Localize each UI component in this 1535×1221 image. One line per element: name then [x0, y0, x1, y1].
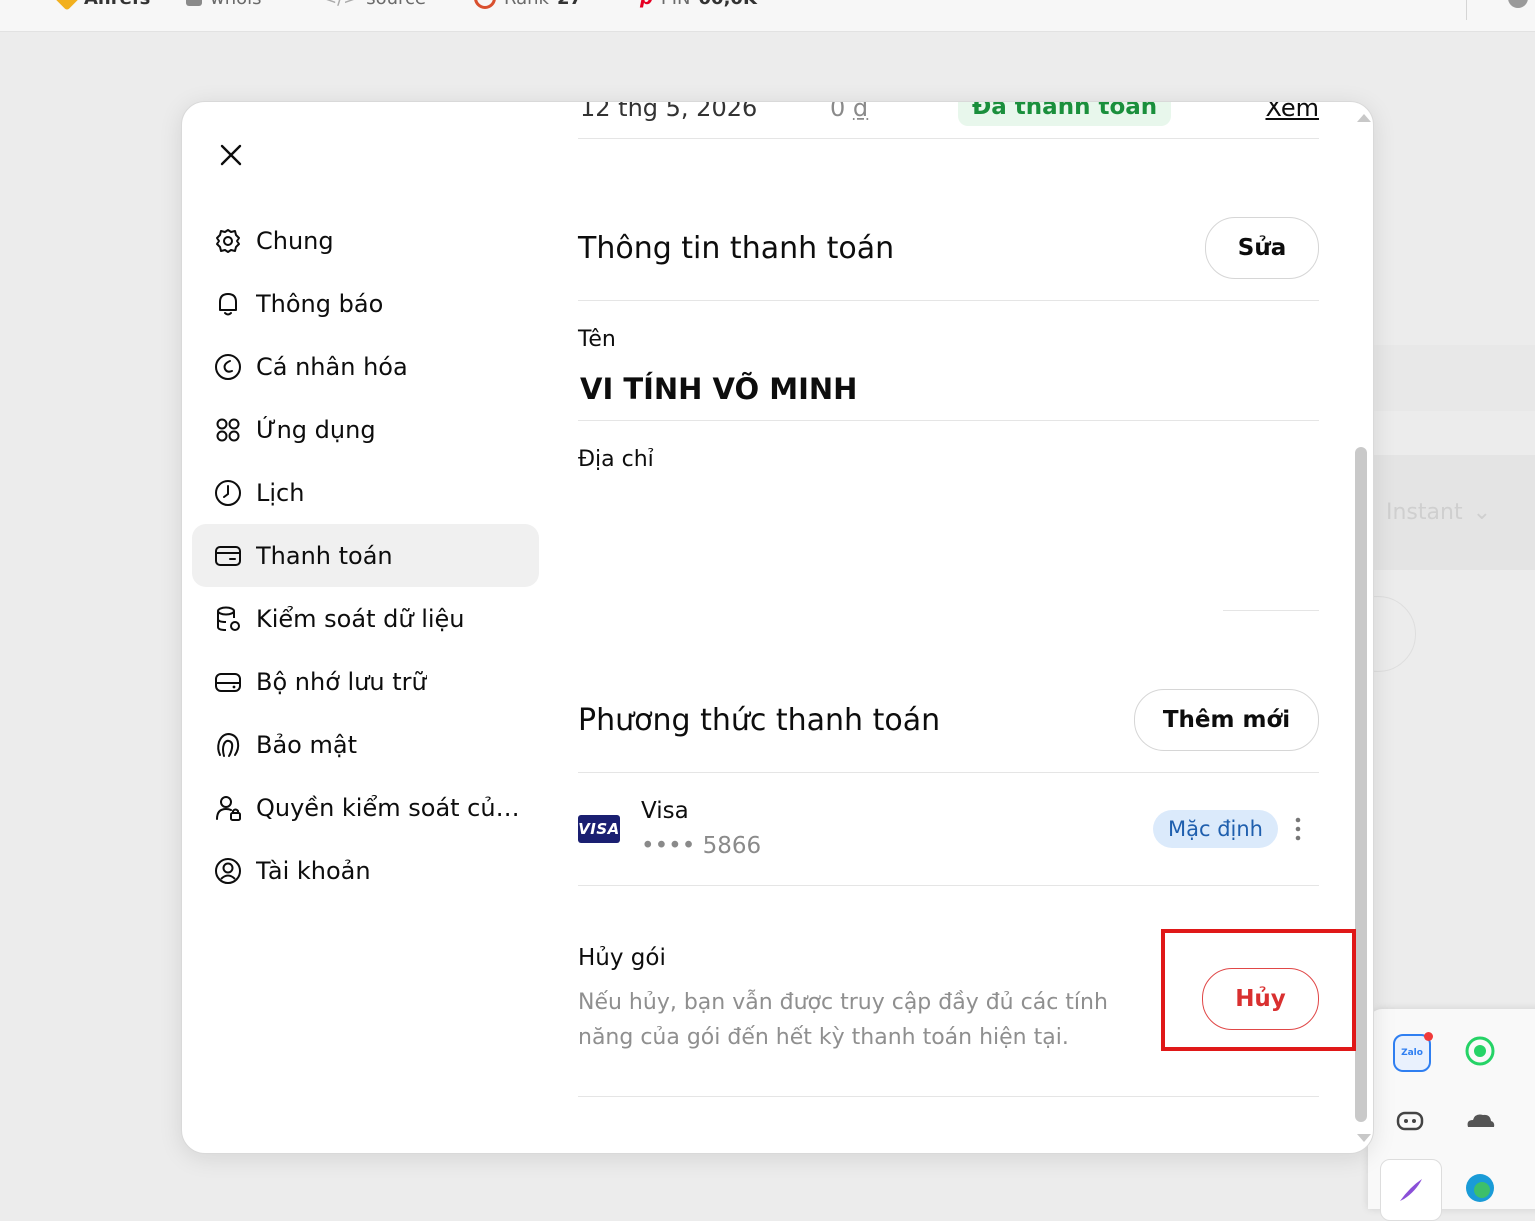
pin-toolbar-item[interactable]: p PIN 00,0K	[640, 0, 757, 10]
pinterest-icon: p	[640, 0, 653, 9]
browser-toolbar: Ahrefs whois </> source Rank 27 p PIN 00,0…	[0, 0, 1535, 32]
whatsapp-icon[interactable]	[1463, 1034, 1497, 1068]
divider	[578, 300, 1319, 301]
toolbar-divider	[1466, 0, 1467, 20]
billing-info-title: Thông tin thanh toán	[578, 231, 895, 266]
divider	[578, 885, 1319, 886]
invoice-date: 12 thg 5, 2026	[580, 101, 758, 122]
nav-label: Chung	[256, 226, 334, 255]
invoice-currency: ₫	[852, 101, 869, 122]
close-button[interactable]	[214, 138, 248, 172]
nav-item-security[interactable]: Bảo mật	[192, 713, 539, 776]
gear-icon	[213, 226, 243, 256]
nav-label: Cá nhân hóa	[256, 352, 408, 381]
nav-item-schedule[interactable]: Lịch	[192, 461, 539, 524]
payment-methods-title: Phương thức thanh toán	[578, 703, 941, 738]
scroll-down-arrow-icon[interactable]	[1357, 1134, 1371, 1142]
ahrefs-toolbar-item[interactable]: Ahrefs	[54, 0, 150, 11]
pencil-icon	[54, 0, 80, 11]
nav-label: Tài khoản	[256, 856, 371, 885]
nav-item-personalization[interactable]: Cá nhân hóa	[192, 335, 539, 398]
cancel-plan-title: Hủy gói	[578, 945, 666, 971]
app-dock: Zalo	[1368, 1009, 1535, 1221]
source-toolbar-item[interactable]: </> source	[322, 0, 426, 10]
invoice-row: 12 thg 5, 2026 0 ₫ Đã thanh toán Xem	[578, 101, 1319, 126]
pin-label: PIN	[661, 0, 691, 9]
divider	[578, 772, 1319, 773]
edit-billing-button[interactable]: Sửa	[1205, 217, 1319, 279]
source-label: source	[366, 0, 426, 9]
nav-label: Kiểm soát dữ liệu	[256, 604, 465, 633]
kebab-menu-icon	[1295, 817, 1301, 841]
background-model-selector: Instant ⌄	[1386, 500, 1491, 525]
nav-item-apps[interactable]: Ứng dụng	[192, 398, 539, 461]
person-lock-icon	[213, 793, 243, 823]
card-icon	[213, 541, 243, 571]
personalization-icon	[213, 352, 243, 382]
nav-label: Thanh toán	[256, 541, 393, 570]
nav-label: Quyền kiểm soát của c...	[256, 793, 526, 822]
cancel-plan-description: Nếu hủy, bạn vẫn được truy cập đầy đủ cá…	[578, 990, 1108, 1050]
payment-status-badge: Đã thanh toán	[958, 102, 1172, 126]
chevron-down-icon: ⌄	[1472, 500, 1492, 525]
info-icon[interactable]	[1508, 0, 1528, 8]
name-value: VI TÍNH VÕ MINH	[580, 372, 858, 406]
nav-label: Lịch	[256, 478, 305, 507]
code-icon: </>	[322, 0, 358, 9]
nav-item-account[interactable]: Tài khoản	[192, 839, 539, 902]
nav-item-billing[interactable]: Thanh toán	[192, 524, 539, 587]
clock-icon	[213, 478, 243, 508]
nav-item-general[interactable]: Chung	[192, 209, 539, 272]
instant-label: Instant	[1386, 500, 1463, 525]
add-payment-method-button[interactable]: Thêm mới	[1134, 689, 1319, 751]
divider	[578, 138, 1319, 139]
view-invoice-link[interactable]: Xem	[1265, 102, 1319, 122]
nav-label: Bộ nhớ lưu trữ	[256, 667, 427, 696]
rank-label: Rank	[504, 0, 549, 9]
divider	[578, 1096, 1319, 1097]
scroll-up-arrow-icon[interactable]	[1357, 114, 1371, 122]
divider	[1223, 610, 1319, 611]
nav-label: Bảo mật	[256, 730, 357, 759]
card-number: •••• 5866	[641, 833, 762, 859]
settings-nav: Chung Thông báo Cá nhân hóa Ứng dụng Lịc…	[192, 209, 539, 902]
edge-icon[interactable]	[1463, 1171, 1497, 1205]
cloud-icon[interactable]	[1463, 1104, 1497, 1138]
card-name: Visa	[641, 798, 689, 824]
fingerprint-icon	[213, 730, 243, 760]
nav-item-notifications[interactable]: Thông báo	[192, 272, 539, 335]
rank-icon	[474, 0, 496, 9]
discord-icon[interactable]	[1393, 1104, 1427, 1138]
background-panel	[1372, 345, 1535, 411]
close-icon	[220, 144, 242, 166]
highlight-annotation	[1161, 929, 1356, 1051]
rank-toolbar-item[interactable]: Rank 27	[474, 0, 582, 10]
ahrefs-label: Ahrefs	[84, 0, 150, 9]
account-circle-icon	[213, 856, 243, 886]
whois-toolbar-item[interactable]: whois	[186, 0, 262, 10]
database-gear-icon	[213, 604, 243, 634]
more-options-button[interactable]	[1284, 812, 1312, 846]
whois-label: whois	[210, 0, 262, 9]
nav-item-data-controls[interactable]: Kiểm soát dữ liệu	[192, 587, 539, 650]
storage-icon	[213, 667, 243, 697]
nav-item-storage[interactable]: Bộ nhớ lưu trữ	[192, 650, 539, 713]
person-icon	[186, 0, 202, 6]
address-label: Địa chỉ	[578, 447, 654, 472]
bell-icon	[213, 289, 243, 319]
default-badge: Mặc định	[1153, 810, 1278, 848]
name-label: Tên	[578, 327, 616, 352]
scrollbar-thumb[interactable]	[1355, 447, 1367, 1122]
apps-grid-icon	[213, 415, 243, 445]
pin-value: 00,0K	[699, 0, 757, 9]
nav-label: Ứng dụng	[256, 415, 376, 444]
divider	[578, 420, 1319, 421]
nav-item-parental-controls[interactable]: Quyền kiểm soát của c...	[192, 776, 539, 839]
nav-label: Thông báo	[256, 289, 384, 318]
rank-value: 27	[557, 0, 582, 9]
zalo-icon[interactable]: Zalo	[1393, 1032, 1433, 1072]
invoice-amount: 0 ₫	[830, 101, 869, 122]
visa-logo-icon: VISA	[578, 815, 620, 843]
quill-icon[interactable]	[1380, 1159, 1442, 1221]
